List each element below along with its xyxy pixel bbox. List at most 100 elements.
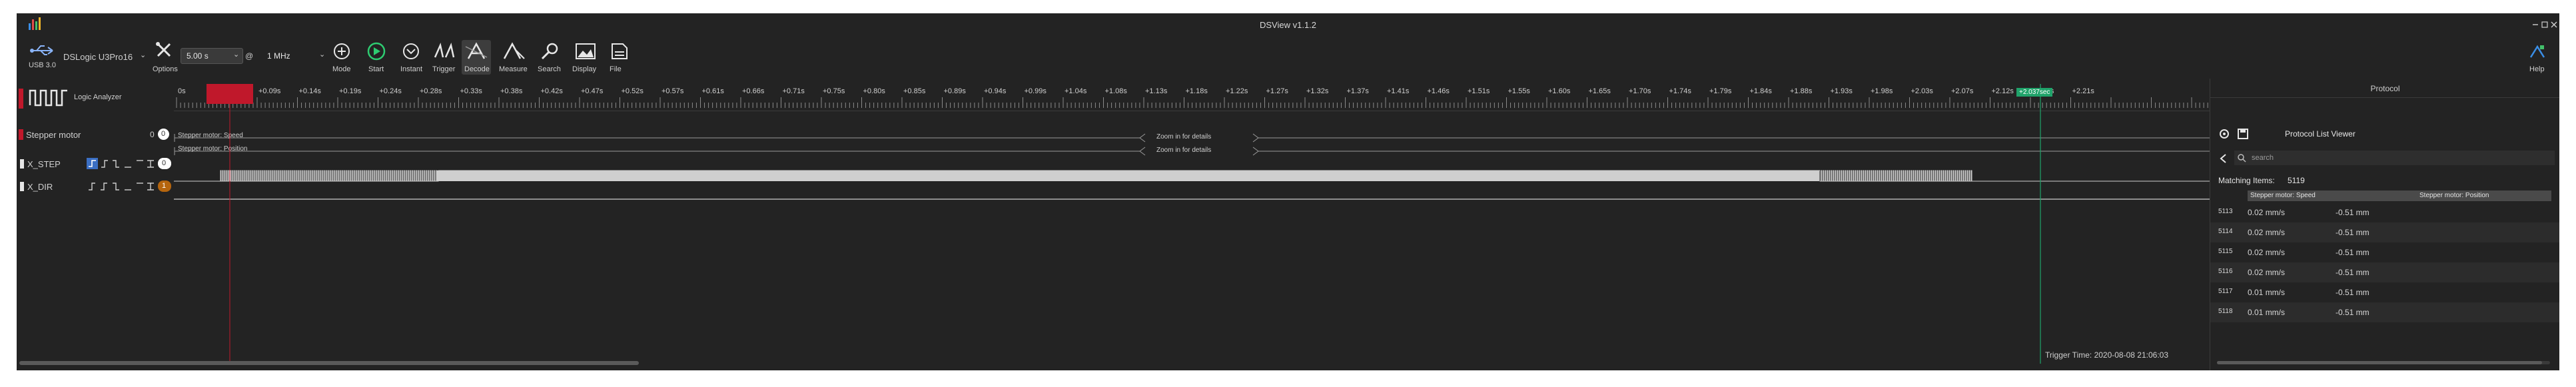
channel-x-dir[interactable]: X_DIR 1 [17, 180, 174, 194]
time-ruler[interactable]: 0s +0.05s +0.09s +0.14s +0.19s +0.24s +0.28s +0… [174, 84, 2210, 111]
options-icon [156, 42, 171, 57]
row-id: 5116 [2218, 268, 2233, 275]
logic-analyzer-label: Logic Analyzer [74, 93, 122, 101]
trigger-label: Trigger [432, 65, 456, 73]
ruler-tick-label: +1.04s [1065, 87, 1087, 95]
search-button[interactable]: Search [536, 41, 563, 75]
cursor-label[interactable]: +2.037sec [2016, 88, 2053, 97]
horizontal-scrollbar-thumb[interactable] [19, 361, 639, 365]
trigger-options-icons[interactable] [99, 157, 157, 171]
mode-button[interactable]: Mode [328, 41, 355, 75]
panel-scrollbar-thumb[interactable] [2217, 361, 2542, 364]
position-row-label: Stepper motor: Position [178, 145, 248, 153]
device-select[interactable]: DSLogic U3Pro16 [63, 52, 133, 62]
speed-zoom-hint: Zoom in for details [1156, 133, 1212, 141]
row-id: 5113 [2218, 208, 2233, 215]
row-position: -0.51 mm [2336, 268, 2369, 277]
table-row[interactable]: 5113 0.02 mm/s -0.51 mm [2210, 202, 2559, 222]
ruler-tick-label: +0.71s [783, 87, 805, 95]
ruler-tick-label: +0.14s [299, 87, 322, 95]
trigger-icon [434, 43, 455, 58]
matching-count: 5119 [2288, 176, 2305, 185]
settings-button[interactable] [2218, 128, 2230, 140]
search-icon [2238, 154, 2246, 163]
save-button[interactable] [2237, 128, 2249, 140]
ruler-tick-label: +1.79s [1709, 87, 1732, 95]
sample-time-select[interactable]: 5.00 s ⌄ [181, 48, 243, 64]
trigger-button[interactable]: Trigger [431, 41, 458, 75]
decoder-channel[interactable]: Stepper motor 0 0 [17, 128, 174, 143]
x-dir-id: 1 [162, 182, 167, 190]
panel-scrollbar[interactable] [2217, 361, 2550, 364]
edge-trigger-selected[interactable] [87, 158, 98, 169]
save-icon [2238, 129, 2248, 139]
ruler-tick-label: +1.65s [1589, 87, 1611, 95]
close-button[interactable] [2551, 21, 2557, 28]
options-label: Options [153, 65, 178, 73]
display-label: Display [572, 65, 597, 73]
file-button[interactable]: File [606, 41, 632, 75]
row-speed: 0.02 mm/s [2248, 228, 2286, 237]
table-row[interactable]: 5114 0.02 mm/s -0.51 mm [2210, 222, 2559, 242]
panel-header: Protocol [2370, 84, 2400, 93]
table-row[interactable]: 5117 0.01 mm/s -0.51 mm [2210, 282, 2559, 302]
close-icon [2551, 21, 2557, 28]
instant-button[interactable]: Instant [398, 41, 424, 75]
x-dir-id-badge: 1 [158, 181, 171, 192]
ruler-tick-label: +0.57s [661, 87, 684, 95]
search-field[interactable]: search [2234, 151, 2555, 165]
file-label: File [610, 65, 622, 73]
viewer-title: Protocol List Viewer [2285, 129, 2356, 139]
maximize-button[interactable] [2541, 21, 2548, 28]
table-row[interactable]: 5116 0.02 mm/s -0.51 mm [2210, 262, 2559, 282]
ruler-tick-label: +1.32s [1306, 87, 1329, 95]
minimize-button[interactable] [2532, 21, 2539, 28]
row-id: 5118 [2218, 308, 2233, 315]
decoder-id: 0 [161, 130, 166, 138]
instant-icon [403, 43, 419, 59]
decode-button[interactable]: Decode [462, 40, 491, 75]
ruler-tick-label: +1.93s [1831, 87, 1853, 95]
waveform-area[interactable]: Stepper motor: Speed Zoom in for details… [174, 111, 2210, 364]
logic-analyzer-icon [29, 89, 67, 107]
row-id: 5115 [2218, 248, 2233, 255]
position-zoom-hint: Zoom in for details [1156, 147, 1212, 154]
ruler-tick-label: +0.94s [984, 87, 1007, 95]
table-header: Stepper motor: Speed Stepper motor: Posi… [2248, 191, 2551, 201]
trigger-options-icons[interactable] [87, 180, 156, 193]
x-step-high-band [437, 171, 1819, 181]
ruler-tick-label: +0.75s [823, 87, 845, 95]
display-button[interactable]: Display [571, 41, 600, 75]
ruler-tick-label: +1.70s [1629, 87, 1651, 95]
ruler-tick-label: +0.85s [903, 87, 926, 95]
sample-rate-select[interactable]: 1 MHz ⌄ [258, 48, 325, 63]
back-button[interactable] [2218, 153, 2229, 164]
device-dropdown-arrow[interactable]: ⌄ [140, 51, 146, 59]
ruler-tick-label: +1.08s [1105, 87, 1128, 95]
table-row[interactable]: 5118 0.01 mm/s -0.51 mm [2210, 302, 2559, 322]
col-speed[interactable]: Stepper motor: Speed [2250, 192, 2316, 199]
channel-x-step[interactable]: X_STEP 0 [17, 157, 174, 172]
ruler-tick-label: +1.55s [1508, 87, 1531, 95]
x-step-id-badge: 0 [158, 158, 171, 169]
table-row[interactable]: 5115 0.02 mm/s -0.51 mm [2210, 242, 2559, 262]
measure-button[interactable]: Measure [499, 41, 528, 75]
ruler-tick-label: +2.21s [2072, 87, 2095, 95]
ruler-tick-label: +0.80s [863, 87, 886, 95]
ruler-tick-label: +1.74s [1669, 87, 1692, 95]
ruler-tick-label: +1.27s [1266, 87, 1289, 95]
help-button[interactable]: Help [2528, 43, 2555, 76]
col-position[interactable]: Stepper motor: Position [2419, 192, 2489, 199]
ruler-tick-label: +2.03s [1911, 87, 1934, 95]
row-position: -0.51 mm [2336, 308, 2369, 317]
sample-time-value: 5.00 s [187, 51, 209, 61]
app-window: DSView v1.1.2 USB 3.0 DSLogic U3Pro16 ⌄ … [17, 13, 2559, 370]
ruler-tick-label: +2.07s [1951, 87, 1974, 95]
options-button[interactable]: Options [153, 41, 178, 75]
horizontal-scrollbar[interactable] [17, 361, 2208, 365]
start-button[interactable]: Start [363, 41, 390, 75]
ruler-tick-label: +0.28s [420, 87, 442, 95]
search-placeholder: search [2252, 154, 2274, 162]
display-icon [576, 43, 596, 59]
usb-device-button[interactable]: USB 3.0 [27, 41, 61, 75]
